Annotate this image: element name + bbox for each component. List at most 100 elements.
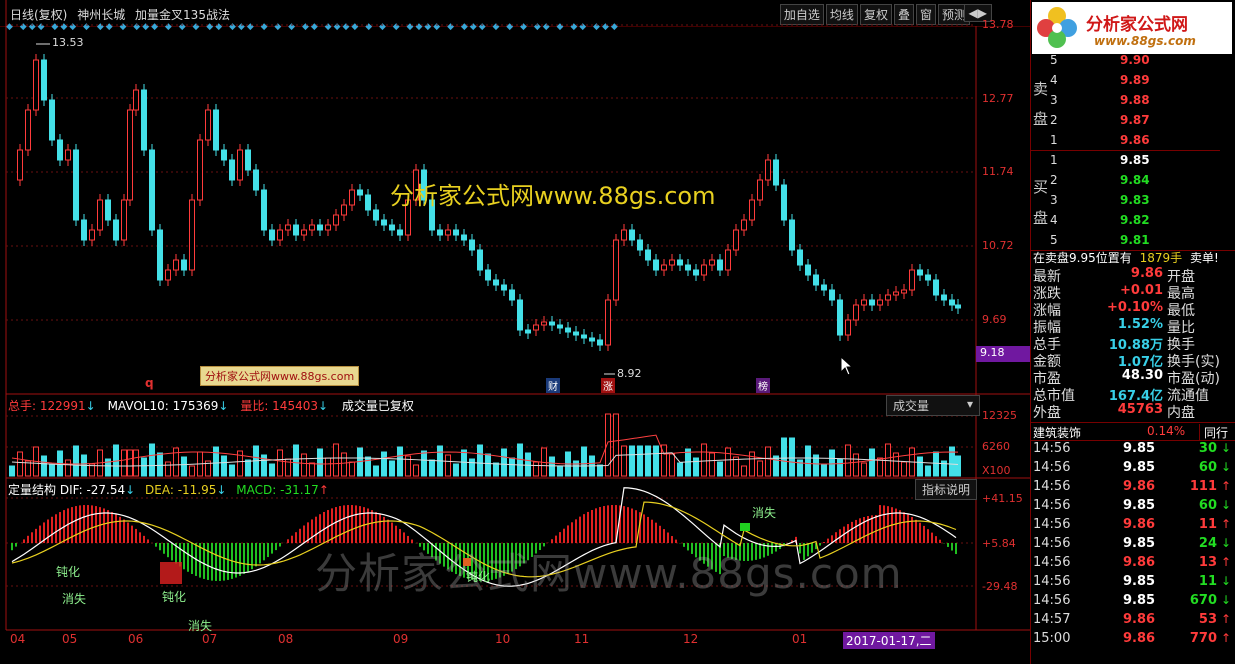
order-row[interactable]: 5 9.90	[1050, 53, 1230, 73]
order-row[interactable]: 2 9.87	[1050, 113, 1230, 133]
candle-body	[565, 327, 571, 333]
tick-price: 9.86	[1123, 612, 1156, 627]
volume-axis-label: 12325	[982, 409, 1017, 422]
macd-annotation: 钝化	[466, 570, 491, 584]
volume-bar	[325, 457, 331, 477]
candle-body	[861, 299, 867, 306]
candle-body	[121, 199, 127, 241]
macd-bar	[611, 505, 613, 543]
volume-bar	[629, 445, 635, 477]
candle-body	[781, 184, 787, 221]
volume-bar	[781, 437, 787, 477]
macd-bar	[183, 543, 185, 570]
volume-bar	[309, 462, 315, 477]
order-row[interactable]: 1 9.85	[1050, 153, 1230, 173]
event-tag-limit-up[interactable]: 涨	[601, 378, 615, 393]
candle-body	[485, 269, 491, 281]
up-arrow-icon: ↑	[1220, 517, 1231, 531]
macd-bar	[83, 505, 85, 543]
event-tag-finance[interactable]: 财	[546, 378, 560, 393]
volume-bar	[845, 444, 851, 477]
candle-body	[317, 224, 323, 231]
macd-bar	[603, 506, 605, 543]
volume-bar	[925, 465, 931, 477]
candle-body	[605, 299, 611, 346]
event-tag-list[interactable]: 榜	[756, 378, 770, 393]
order-row[interactable]: 4 9.82	[1050, 213, 1230, 233]
volume-bar	[469, 458, 475, 477]
sell-label: 卖	[1033, 80, 1049, 98]
industry-row: 建筑装饰 0.14% 同行	[1033, 424, 1233, 441]
up-arrow-icon: ↑	[1220, 612, 1231, 626]
tick-price: 9.86	[1123, 555, 1156, 570]
candle-body	[189, 199, 195, 271]
macd-bar	[587, 511, 589, 543]
tick-volume: 30	[1198, 441, 1217, 456]
macd-bar	[367, 508, 369, 543]
order-row[interactable]: 3 9.88	[1050, 93, 1230, 113]
order-level: 2	[1050, 173, 1058, 187]
candle-body	[581, 334, 587, 339]
order-row[interactable]: 4 9.89	[1050, 73, 1230, 93]
candle-body	[349, 189, 355, 206]
candle-body	[181, 259, 187, 271]
macd-bar	[323, 511, 325, 543]
tick-price: 9.85	[1123, 536, 1156, 551]
volume-bar	[65, 459, 71, 477]
macd-bar	[287, 539, 289, 543]
candle-body	[933, 279, 939, 296]
macd-axis-label: +41.15	[982, 492, 1023, 505]
date-tick: 01	[792, 632, 808, 646]
macd-bar	[75, 506, 77, 543]
order-level: 1	[1050, 133, 1058, 147]
tick-volume: 670	[1189, 593, 1217, 608]
macd-bar	[275, 543, 277, 551]
macd-bar	[919, 522, 921, 543]
candle-body	[885, 294, 891, 301]
candle-body	[221, 149, 227, 161]
peers-tab[interactable]: 同行	[1199, 424, 1228, 441]
industry-name[interactable]: 建筑装饰	[1033, 426, 1081, 440]
down-arrow-icon: ↓	[1220, 441, 1231, 455]
tick-price: 9.85	[1123, 441, 1156, 456]
candle-body	[645, 249, 651, 261]
macd-bar	[131, 525, 133, 543]
order-price: 9.86	[1120, 133, 1150, 147]
candle-body	[365, 194, 371, 211]
candle-body	[285, 224, 291, 231]
volume-header: 总手: 122991↓ MAVOL10: 175369↓ 量比: 145403↓…	[8, 397, 414, 414]
tick-volume: 13	[1198, 555, 1217, 570]
indicator-dropdown-label: 成交量	[893, 399, 930, 413]
tick-price: 9.85	[1123, 460, 1156, 475]
volume-bar	[493, 462, 499, 477]
macd-header: 定量结构 DIF: -27.54↓ DEA: -11.95↓ MACD: -31…	[8, 481, 329, 498]
date-tick: 12	[683, 632, 699, 646]
macd-bar	[303, 525, 305, 543]
dif-value: DIF: -27.54	[59, 483, 126, 497]
volume-bar	[41, 455, 47, 477]
candle-body	[669, 259, 675, 266]
macd-bar	[599, 507, 601, 543]
tick-volume: 11	[1198, 574, 1217, 589]
order-price: 9.88	[1120, 93, 1150, 107]
volume-bar	[701, 443, 707, 477]
indicator-help-button[interactable]: 指标说明	[915, 479, 978, 500]
candle-body	[525, 329, 531, 334]
macd-bar	[135, 528, 137, 543]
tick-price: 9.85	[1123, 574, 1156, 589]
order-price: 9.85	[1120, 153, 1150, 167]
watermark-small: 分析家公式网www.88gs.com	[200, 366, 360, 386]
date-tick: 11	[574, 632, 590, 646]
candle-body	[925, 274, 931, 281]
order-row[interactable]: 3 9.83	[1050, 193, 1230, 213]
stat-row: 金额 1.07亿 换手(实)	[1033, 351, 1233, 370]
order-price: 9.84	[1120, 173, 1150, 187]
volume-bar	[749, 451, 755, 477]
indicator-dropdown[interactable]: 成交量 ▾	[886, 395, 980, 416]
order-row[interactable]: 2 9.84	[1050, 173, 1230, 193]
tick-time: 14:56	[1033, 536, 1071, 551]
volume-bar	[349, 461, 355, 477]
candle-body	[437, 229, 443, 236]
macd-bar	[115, 514, 117, 543]
macd-bar	[139, 532, 141, 543]
